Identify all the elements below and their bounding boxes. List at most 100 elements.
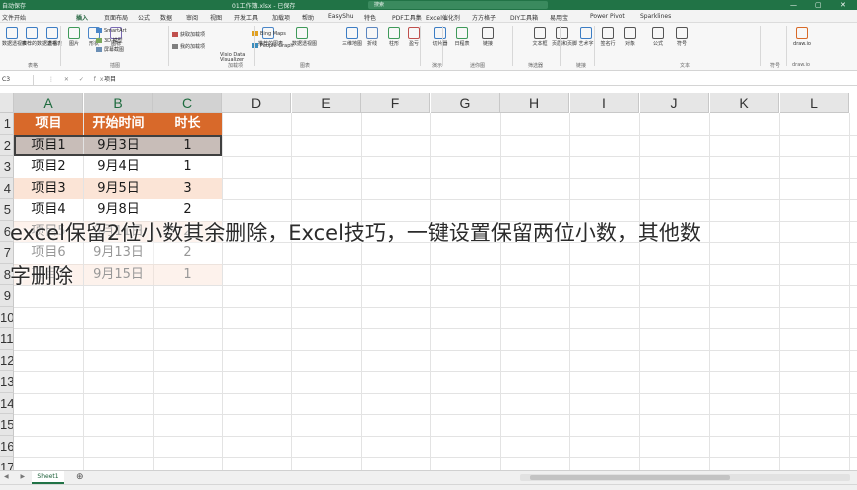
add-sheet-button[interactable]: ⊕ (76, 472, 84, 483)
row-header-3[interactable]: 3 (0, 156, 14, 178)
table-data-cell[interactable]: 项目3 (14, 177, 83, 199)
ribbon-button-1[interactable]: 推荐的数据透视表 (22, 27, 62, 47)
ribbon-button-label: 数据透视表 (2, 41, 28, 47)
tab-4[interactable]: 公式 (138, 13, 150, 22)
column-header-k[interactable]: K (710, 93, 779, 113)
ribbon-button-7[interactable]: 数据透视图 (292, 27, 317, 47)
tab-5[interactable]: 数据 (160, 13, 172, 22)
3d-model-button[interactable]: 3D 模型 (96, 37, 123, 44)
restore-button[interactable]: ▢ (815, 0, 822, 10)
table-data-cell[interactable]: 1 (153, 134, 222, 156)
table-data-cell[interactable]: 项目2 (14, 156, 83, 178)
column-header-d[interactable]: D (222, 93, 291, 113)
row-header-12[interactable]: 12 (0, 349, 14, 371)
tab-19[interactable]: Sparklines (640, 13, 671, 20)
column-header-i[interactable]: I (570, 93, 639, 113)
autosave-label[interactable]: 自动保存 (2, 1, 26, 10)
tab-9[interactable]: 加载项 (272, 13, 290, 22)
ribbon-button-20[interactable]: 公式 (648, 27, 668, 47)
ribbon-button-9[interactable]: 折线 (362, 27, 382, 47)
ribbon-button-10[interactable]: 柱形 (384, 27, 404, 47)
tab-14[interactable]: Excel催化剂 (426, 13, 460, 22)
sheet-nav-arrows[interactable]: ◀ ▶ (4, 473, 30, 480)
table-data-cell[interactable]: 1 (153, 156, 222, 178)
column-header-c[interactable]: C (153, 93, 222, 113)
row-header-11[interactable]: 11 (0, 328, 14, 350)
table-data-cell[interactable]: 1 (153, 263, 222, 285)
row-header-1[interactable]: 1 (0, 113, 14, 135)
column-header-j[interactable]: J (640, 93, 709, 113)
tab-0[interactable]: 文件 (2, 13, 14, 22)
column-header-h[interactable]: H (500, 93, 569, 113)
close-button[interactable]: ✕ (840, 0, 846, 10)
worksheet-grid[interactable]: ABCDEFGHIJKL 1 2 3 4 5 6 7 8 9 10 11 12 13 14 15 16 17 项… (0, 93, 857, 470)
horizontal-scrollbar[interactable] (520, 474, 850, 481)
ribbon-button-8[interactable]: 三维地图 (342, 27, 362, 47)
ribbon-button-14[interactable]: 链接 (478, 27, 498, 47)
tab-15[interactable]: 方方格子 (472, 13, 496, 22)
table-header-cell[interactable]: 开始时间 (84, 113, 153, 135)
tab-8[interactable]: 开发工具 (234, 13, 258, 22)
my-addins-button[interactable]: 我的加载项 (172, 43, 205, 50)
row-header-4[interactable]: 4 (0, 177, 14, 199)
table-data-cell[interactable]: 项目1 (14, 134, 83, 156)
tab-3[interactable]: 页面布局 (104, 13, 128, 22)
name-box[interactable]: C3 (0, 75, 34, 85)
tab-18[interactable]: Power Pivot (590, 13, 625, 20)
ribbon-button-13[interactable]: 日程表 (452, 27, 472, 47)
search-box[interactable]: 搜索 (368, 1, 548, 9)
screenshot-button[interactable]: 屏幕截图 (96, 46, 124, 53)
get-addins-button[interactable]: 获取加载项 (172, 31, 205, 38)
ribbon-button-18[interactable]: 签名行 (598, 27, 618, 47)
table-data-cell[interactable]: 9月4日 (84, 156, 153, 178)
bing-maps-button[interactable]: Bing Maps (252, 31, 286, 37)
column-header-l[interactable]: L (780, 93, 849, 113)
table-data-cell[interactable]: 9月3日 (84, 134, 153, 156)
ribbon-button-17[interactable]: 艺术字 (576, 27, 596, 47)
smartart-button[interactable]: SmartArt (96, 28, 127, 34)
sheet-tab-sheet1[interactable]: Sheet1 (32, 471, 64, 484)
row-header-2[interactable]: 2 (0, 134, 14, 156)
tab-1[interactable]: 开始 (14, 13, 26, 22)
table-data-cell[interactable]: 9月15日 (84, 263, 153, 285)
row-header-14[interactable]: 14 (0, 392, 14, 414)
row-header-16[interactable]: 16 (0, 435, 14, 457)
row-header-10[interactable]: 10 (0, 306, 14, 328)
ribbon-button-12[interactable]: 切片器 (430, 27, 450, 47)
tab-16[interactable]: DIY工具箱 (510, 13, 538, 22)
table-header-cell[interactable]: 时长 (153, 113, 222, 135)
tab-12[interactable]: 特色 (364, 13, 376, 22)
tab-11[interactable]: EasyShu (328, 13, 354, 20)
ribbon-button-19[interactable]: 对象 (620, 27, 640, 47)
ribbon-button-22[interactable]: draw.io (792, 27, 812, 47)
ribbon-button-15[interactable]: 文本框 (530, 27, 550, 47)
scrollbar-thumb[interactable] (530, 475, 730, 480)
column-header-b[interactable]: B (84, 93, 153, 113)
select-all-corner[interactable] (0, 93, 14, 113)
formula-bar-icons[interactable]: ⋮ ✕ ✓ fx (48, 75, 107, 85)
column-header-a[interactable]: A (14, 93, 83, 113)
row-header-17[interactable]: 17 (0, 457, 14, 470)
tab-17[interactable]: 易用宝 (550, 13, 568, 22)
ribbon-button-16[interactable]: 页眉和页脚 (552, 27, 577, 47)
tab-13[interactable]: PDF工具集 (392, 13, 422, 22)
row-header-13[interactable]: 13 (0, 371, 14, 393)
table-header-cell[interactable]: 项目 (14, 113, 83, 135)
row-header-15[interactable]: 15 (0, 414, 14, 436)
ribbon-button-0[interactable]: 数据透视表 (2, 27, 28, 47)
column-header-g[interactable]: G (431, 93, 500, 113)
people-graph-button[interactable]: People Graph (252, 43, 294, 49)
column-header-f[interactable]: F (361, 93, 430, 113)
tab-10[interactable]: 帮助 (302, 13, 314, 22)
ribbon-button-21[interactable]: 符号 (672, 27, 692, 47)
minimize-button[interactable]: — (790, 0, 797, 10)
formula-input[interactable]: 项目 (104, 75, 116, 85)
table-data-cell[interactable]: 3 (153, 177, 222, 199)
table-data-cell[interactable]: 9月5日 (84, 177, 153, 199)
tab-6[interactable]: 审阅 (186, 13, 198, 22)
ribbon-button-2[interactable]: 表格 (42, 27, 62, 47)
column-header-e[interactable]: E (292, 93, 361, 113)
tab-7[interactable]: 视图 (210, 13, 222, 22)
ribbon-button-3[interactable]: 图片 (64, 27, 84, 47)
ribbon-button-11[interactable]: 盈亏 (404, 27, 424, 47)
